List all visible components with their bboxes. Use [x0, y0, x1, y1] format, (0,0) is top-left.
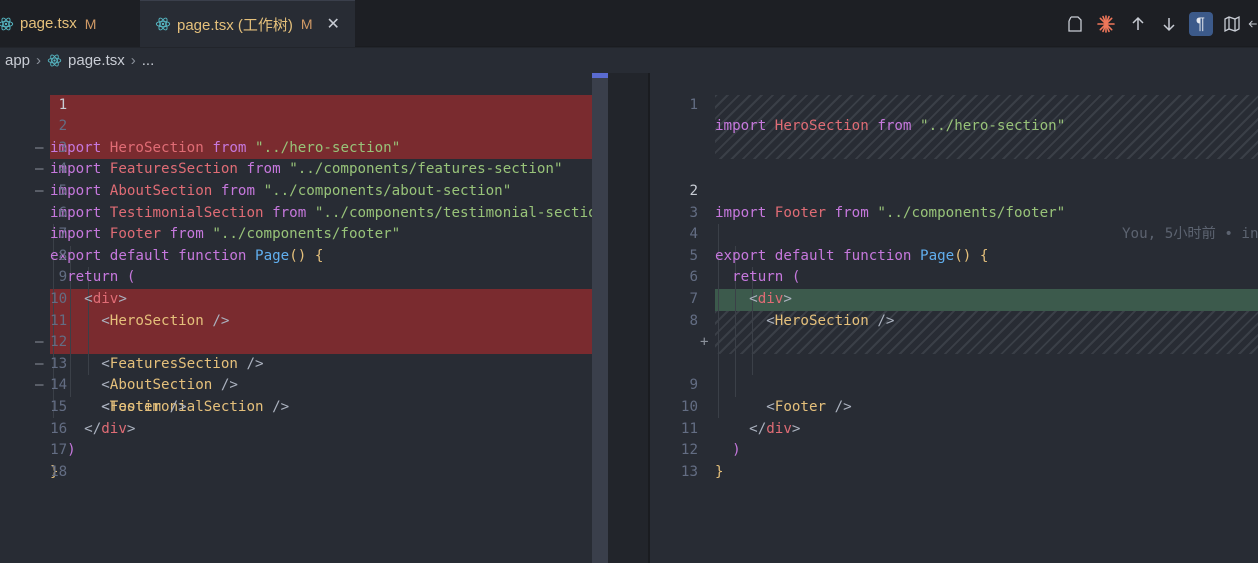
- copilot-spark-icon[interactable]: [1094, 12, 1118, 36]
- chevron-right-icon: ›: [130, 52, 136, 69]
- code-line: 15 </div>: [0, 375, 608, 437]
- tab-label: page.tsx (工作树): [177, 16, 293, 34]
- arrow-down-icon[interactable]: [1157, 12, 1181, 36]
- scrollbar-thumb[interactable]: [592, 73, 608, 78]
- code-line: 16 ): [0, 397, 608, 459]
- tab-page-tsx[interactable]: page.tsx M: [0, 0, 140, 47]
- tab-label: page.tsx: [20, 15, 77, 32]
- code-line: 9 <div>: [0, 246, 608, 307]
- modified-badge: M: [300, 16, 313, 32]
- arrow-up-icon[interactable]: [1126, 12, 1150, 36]
- code-line-deleted: 11 — <FeaturesSection />: [35, 312, 264, 372]
- diff-editor-modified[interactable]: 1 import HeroSection from "../hero-secti…: [650, 73, 1258, 563]
- code-line: 10 <HeroSection />: [0, 267, 608, 329]
- diff-marker: +: [700, 334, 709, 351]
- arrow-left-icon[interactable]: [1248, 12, 1258, 36]
- code-line: 8 return (: [0, 224, 608, 286]
- diff-divider: [608, 73, 650, 563]
- line-number: 8: [689, 312, 698, 329]
- code-line: 3: [650, 181, 1258, 221]
- react-icon: [47, 54, 62, 67]
- editor-toolbar: ¶: [1055, 0, 1258, 47]
- line-number: 18: [50, 463, 68, 480]
- code-line: 1 import HeroSection from "../hero-secti…: [0, 73, 608, 156]
- chevron-right-icon: ›: [36, 52, 42, 69]
- code-line: 6: [0, 181, 608, 221]
- code-line: 2 import Footer from "../components/foot…: [650, 159, 1258, 242]
- code-line: 1 import HeroSection from "../hero-secti…: [650, 73, 1258, 135]
- code-line: 12 }: [650, 419, 1258, 480]
- code-line-deleted: 2 — import FeaturesSection from "../comp…: [0, 95, 608, 177]
- code-line: 5 import Footer from "../components/foot…: [0, 159, 608, 242]
- code-line: 7 <HeroSection />: [650, 267, 1258, 329]
- code-line: 18: [0, 440, 608, 480]
- close-icon[interactable]: ✕: [327, 14, 340, 34]
- vertical-scrollbar[interactable]: [592, 73, 608, 563]
- code-line-added: 8 +: [650, 289, 1258, 351]
- code-line: 13: [650, 440, 1258, 480]
- pilcrow-icon[interactable]: ¶: [1188, 11, 1213, 36]
- breadcrumb-file[interactable]: page.tsx: [68, 52, 125, 69]
- code-line: 4 export default function Page() {: [650, 203, 1258, 264]
- code-line: 9 <Footer />: [650, 354, 1258, 415]
- line-number: 13: [680, 463, 698, 480]
- code-line: 17 }: [0, 419, 608, 480]
- open-file-icon[interactable]: [1063, 12, 1087, 36]
- keyword: from: [877, 118, 912, 135]
- breadcrumb-folder[interactable]: app: [5, 52, 30, 69]
- code-line-deleted: 12 — <AboutSection />: [35, 334, 238, 394]
- modified-badge: M: [84, 15, 97, 32]
- tab-bar: page.tsx M page.tsx (工作树) M ✕ ¶: [0, 0, 1258, 47]
- breadcrumb-more[interactable]: ...: [142, 52, 155, 69]
- string: "../hero-section": [920, 118, 1066, 135]
- react-icon: [155, 17, 171, 31]
- diff-editor-original[interactable]: 1 import HeroSection from "../hero-secti…: [0, 73, 608, 563]
- code-line: 14 <Footer />: [0, 354, 608, 415]
- react-icon: [0, 17, 14, 30]
- breadcrumb: app › page.tsx › ...: [0, 48, 1258, 73]
- code-line-deleted: 4 — import TestimonialSection from "../c…: [0, 138, 608, 220]
- code-line: 7 export default function Page() {: [0, 203, 608, 264]
- code-line: 11 ): [650, 397, 1258, 459]
- code-line-deleted: 13 — <TestimonialSection />: [35, 355, 290, 415]
- component-tag: HeroSection: [774, 312, 869, 329]
- code-line: 5 return (: [650, 224, 1258, 286]
- map-icon[interactable]: [1220, 12, 1244, 36]
- tab-page-tsx-worktree[interactable]: page.tsx (工作树) M ✕: [140, 0, 355, 47]
- line-number: 1: [689, 96, 698, 113]
- keyword: import: [715, 118, 767, 135]
- identifier: HeroSection: [774, 118, 869, 135]
- code-line: 6 <div>: [650, 246, 1258, 307]
- code-line: 10 </div>: [650, 375, 1258, 437]
- code-line-deleted: 3 — import AboutSection from "../compone…: [0, 116, 608, 199]
